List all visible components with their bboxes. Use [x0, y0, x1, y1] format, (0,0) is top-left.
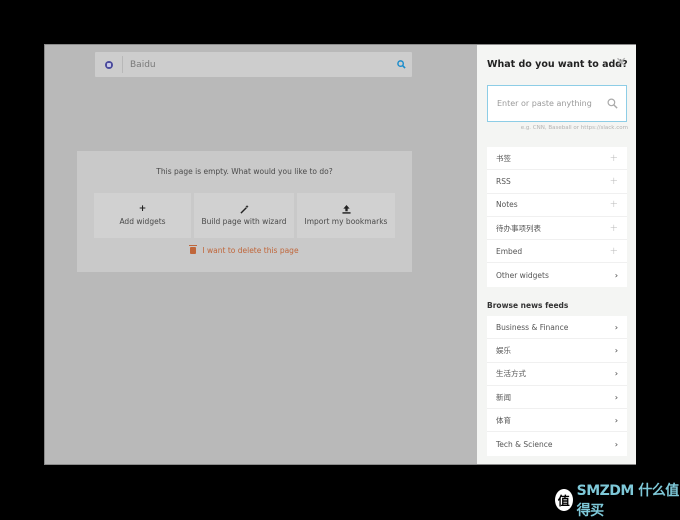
- plus-icon: +: [609, 245, 618, 257]
- delete-page-label: I want to delete this page: [202, 246, 299, 255]
- build-wizard-button[interactable]: Build page with wizard: [194, 193, 294, 238]
- widget-item-rss[interactable]: RSS +: [487, 170, 627, 194]
- item-label: 体育: [496, 415, 511, 425]
- search-icon: [396, 60, 406, 69]
- add-search-field[interactable]: [487, 85, 627, 122]
- chevron-right-icon: ›: [614, 322, 618, 332]
- plus-icon: +: [609, 175, 618, 187]
- feed-item-lifestyle[interactable]: 生活方式 ›: [487, 363, 627, 386]
- delete-page-link[interactable]: I want to delete this page: [77, 245, 412, 255]
- sidebar-title: What do you want to add?: [487, 59, 628, 70]
- close-icon[interactable]: ✕: [615, 56, 627, 70]
- widget-item-notes[interactable]: Notes +: [487, 194, 627, 217]
- plus-icon: +: [138, 204, 147, 214]
- feed-item-news[interactable]: 新闻 ›: [487, 386, 627, 410]
- add-widgets-button[interactable]: + Add widgets: [94, 193, 191, 238]
- build-wizard-label: Build page with wizard: [201, 217, 287, 226]
- item-label: Other widgets: [496, 270, 549, 280]
- app-window: Baidu This page is empty. What would you…: [44, 44, 636, 465]
- news-feeds-heading: Browse news feeds: [487, 301, 569, 310]
- search-button[interactable]: [390, 52, 412, 77]
- widget-item-other[interactable]: Other widgets ›: [487, 263, 627, 286]
- chevron-right-icon: ›: [614, 415, 618, 425]
- empty-page-panel: This page is empty. What would you like …: [77, 151, 412, 272]
- item-label: 书签: [496, 153, 511, 163]
- widget-item-bookmarks[interactable]: 书签 +: [487, 147, 627, 171]
- feed-item-business[interactable]: Business & Finance ›: [487, 316, 627, 340]
- chevron-right-icon: ›: [614, 270, 618, 280]
- item-label: RSS: [496, 176, 511, 186]
- main-area: Baidu This page is empty. What would you…: [45, 45, 477, 464]
- baidu-icon: [104, 60, 113, 69]
- feed-item-sports[interactable]: 体育 ›: [487, 409, 627, 433]
- chevron-right-icon: ›: [614, 392, 618, 402]
- item-label: 新闻: [496, 392, 511, 402]
- upload-icon: [341, 205, 351, 214]
- import-bookmarks-button[interactable]: Import my bookmarks: [297, 193, 395, 238]
- item-label: Embed: [496, 246, 523, 256]
- trash-icon: [189, 245, 198, 254]
- item-label: Tech & Science: [496, 439, 553, 449]
- item-label: 待办事项列表: [496, 223, 541, 233]
- plus-icon: +: [609, 199, 618, 211]
- add-content-sidebar: What do you want to add? ✕ e.g. CNN, Bas…: [477, 45, 636, 464]
- plus-icon: +: [609, 222, 618, 234]
- search-engine-selector[interactable]: [95, 56, 123, 73]
- watermark-text: SMZDM 什么值得买: [576, 483, 680, 519]
- input-hint: e.g. CNN, Baseball or https://slack.com: [520, 125, 628, 131]
- empty-page-message: This page is empty. What would you like …: [156, 167, 333, 176]
- feed-item-entertainment[interactable]: 娱乐 ›: [487, 339, 627, 363]
- empty-page-actions: + Add widgets Build page with wizard Imp…: [94, 193, 395, 238]
- add-search-input[interactable]: [497, 99, 597, 108]
- item-label: Business & Finance: [496, 322, 569, 332]
- item-label: 生活方式: [496, 369, 526, 379]
- magic-wand-icon: [239, 205, 249, 214]
- chevron-right-icon: ›: [614, 439, 618, 449]
- chevron-right-icon: ›: [614, 345, 618, 355]
- item-label: 娱乐: [496, 345, 511, 355]
- search-icon: [607, 98, 618, 109]
- news-feed-list: Business & Finance › 娱乐 › 生活方式 › 新闻 › 体育 › Te…: [487, 316, 627, 456]
- add-widgets-label: Add widgets: [119, 217, 166, 226]
- widget-item-embed[interactable]: Embed +: [487, 240, 627, 264]
- import-bookmarks-label: Import my bookmarks: [304, 217, 388, 226]
- search-input[interactable]: Baidu: [123, 60, 390, 70]
- search-bar[interactable]: Baidu: [95, 52, 412, 77]
- watermark-logo-icon: 值: [555, 489, 573, 511]
- chevron-right-icon: ›: [614, 369, 618, 379]
- watermark: 值 SMZDM 什么值得买: [555, 480, 680, 520]
- widget-item-todo[interactable]: 待办事项列表 +: [487, 217, 627, 241]
- item-label: Notes: [496, 200, 518, 210]
- feed-item-tech[interactable]: Tech & Science ›: [487, 432, 627, 455]
- plus-icon: +: [609, 152, 618, 164]
- widget-list: 书签 + RSS + Notes + 待办事项列表 + Embed + Other wid…: [487, 147, 627, 287]
